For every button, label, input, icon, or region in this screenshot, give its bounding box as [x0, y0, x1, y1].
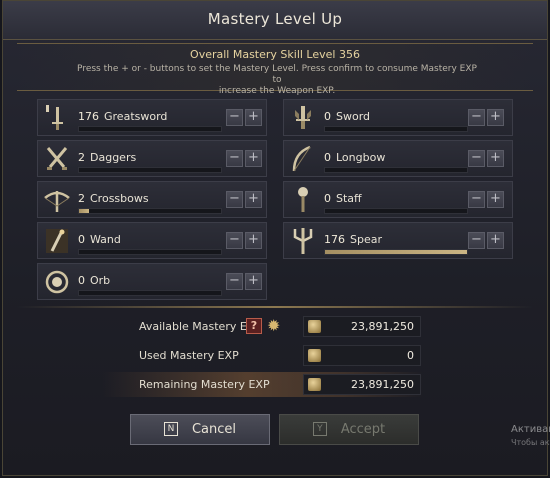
- weapon-row-staff: 0 Staff − +: [283, 181, 513, 218]
- increase-button[interactable]: +: [487, 232, 504, 249]
- remaining-exp-value: 23,891,250: [351, 378, 414, 391]
- weapon-name: Wand: [90, 233, 121, 246]
- weapon-name: Spear: [350, 233, 382, 246]
- increase-button[interactable]: +: [245, 109, 262, 126]
- weapon-progress-bar: [324, 208, 468, 214]
- sword-icon: [288, 103, 318, 133]
- weapon-name: Orb: [90, 274, 111, 287]
- decrease-button[interactable]: −: [226, 191, 243, 208]
- decrease-button[interactable]: −: [468, 232, 485, 249]
- weapon-progress-bar: [324, 249, 468, 255]
- cancel-hotkey: N: [163, 421, 178, 436]
- weapon-progress-bar: [324, 126, 468, 132]
- used-exp-value: 0: [407, 349, 414, 362]
- exp-currency-icon: [308, 349, 321, 362]
- overall-mastery-level: Overall Mastery Skill Level 356: [190, 48, 360, 61]
- weapon-level: 0: [324, 110, 331, 123]
- increase-button[interactable]: +: [245, 273, 262, 290]
- weapon-name: Staff: [336, 192, 362, 205]
- title-bar: Mastery Level Up: [3, 1, 547, 40]
- activation-watermark-line-2: Чтобы акт: [511, 438, 550, 447]
- weapon-progress-bar: [78, 249, 222, 255]
- weapon-name: Crossbows: [90, 192, 149, 205]
- decrease-button[interactable]: −: [468, 109, 485, 126]
- weapon-progress-bar: [78, 167, 222, 173]
- weapon-row-longbow: 0 Longbow − +: [283, 140, 513, 177]
- decrease-button[interactable]: −: [468, 191, 485, 208]
- weapon-progress-bar: [78, 126, 222, 132]
- cancel-label: Cancel: [191, 422, 237, 437]
- weapon-row-greatsword: 176 Greatsword − +: [37, 99, 267, 136]
- weapon-name: Sword: [336, 110, 371, 123]
- used-exp-label: Used Mastery EXP: [139, 349, 239, 362]
- weapon-level: 0: [78, 274, 85, 287]
- weapon-progress-fill: [79, 209, 89, 213]
- exp-currency-icon: [308, 320, 321, 333]
- orb-icon: [42, 267, 72, 297]
- weapon-level: 176: [324, 233, 345, 246]
- weapon-name: Greatsword: [104, 110, 168, 123]
- increase-button[interactable]: +: [487, 109, 504, 126]
- weapon-progress-fill: [325, 250, 467, 254]
- dialog-title: Mastery Level Up: [207, 10, 343, 28]
- increase-button[interactable]: +: [245, 191, 262, 208]
- available-exp-row: Available Mastery EXP ? ✹ 23,891,250: [103, 314, 423, 339]
- exp-currency-icon: [308, 378, 321, 391]
- weapon-name: Longbow: [336, 151, 386, 164]
- weapon-level: 2: [78, 151, 85, 164]
- increase-button[interactable]: +: [245, 232, 262, 249]
- mastery-dialog: Mastery Level Up Overall Mastery Skill L…: [2, 0, 550, 476]
- weapon-progress-bar: [78, 208, 222, 214]
- instruction-line-2: increase the Weapon EXP.: [218, 86, 336, 96]
- weapon-row-wand: 0 Wand − +: [37, 222, 267, 259]
- decrease-button[interactable]: −: [226, 150, 243, 167]
- spear-icon: [288, 226, 318, 256]
- weapon-level: 0: [78, 233, 85, 246]
- decrease-button[interactable]: −: [468, 150, 485, 167]
- accept-hotkey: Y: [312, 421, 327, 436]
- weapon-level: 176: [78, 110, 99, 123]
- section-divider: [17, 306, 533, 308]
- weapon-level: 0: [324, 151, 331, 164]
- weapon-row-crossbows: 2 Crossbows − +: [37, 181, 267, 218]
- weapon-level: 0: [324, 192, 331, 205]
- weapon-grid: 176 Greatsword − + 0 Sword − + 2 Daggers − …: [33, 97, 519, 303]
- weapon-progress-bar: [324, 167, 468, 173]
- mastery-sun-icon: ✹: [267, 316, 281, 335]
- greatsword-icon: [42, 103, 72, 133]
- wand-icon: [42, 226, 72, 256]
- accept-button[interactable]: Y Accept: [279, 414, 419, 445]
- increase-button[interactable]: +: [487, 150, 504, 167]
- overall-mastery-header: Overall Mastery Skill Level 356 Press th…: [17, 43, 533, 96]
- activation-watermark-line-1: Активац: [511, 424, 550, 435]
- weapon-row-orb: 0 Orb − +: [37, 263, 267, 300]
- instruction-line-1: Press the + or - buttons to set the Mast…: [77, 64, 477, 85]
- weapon-row-daggers: 2 Daggers − +: [37, 140, 267, 177]
- remaining-exp-label: Remaining Mastery EXP: [139, 378, 270, 391]
- weapon-row-sword: 0 Sword − +: [283, 99, 513, 136]
- daggers-icon: [42, 144, 72, 174]
- increase-button[interactable]: +: [245, 150, 262, 167]
- weapon-level: 2: [78, 192, 85, 205]
- available-exp-value: 23,891,250: [351, 320, 414, 333]
- decrease-button[interactable]: −: [226, 109, 243, 126]
- instructions: Press the + or - buttons to set the Mast…: [77, 64, 477, 97]
- available-exp-label: Available Mastery EXP: [139, 320, 261, 333]
- crossbow-icon: [42, 185, 72, 215]
- weapon-name: Daggers: [90, 151, 137, 164]
- staff-icon: [288, 185, 318, 215]
- weapon-row-spear: 176 Spear − +: [283, 222, 513, 259]
- decrease-button[interactable]: −: [226, 273, 243, 290]
- decrease-button[interactable]: −: [226, 232, 243, 249]
- remaining-exp-row: Remaining Mastery EXP 23,891,250: [103, 372, 423, 397]
- accept-label: Accept: [340, 422, 386, 437]
- used-exp-row: Used Mastery EXP 0: [103, 343, 423, 368]
- longbow-icon: [288, 144, 318, 174]
- help-button[interactable]: ?: [246, 318, 262, 334]
- cancel-button[interactable]: N Cancel: [130, 414, 270, 445]
- weapon-progress-bar: [78, 290, 222, 296]
- increase-button[interactable]: +: [487, 191, 504, 208]
